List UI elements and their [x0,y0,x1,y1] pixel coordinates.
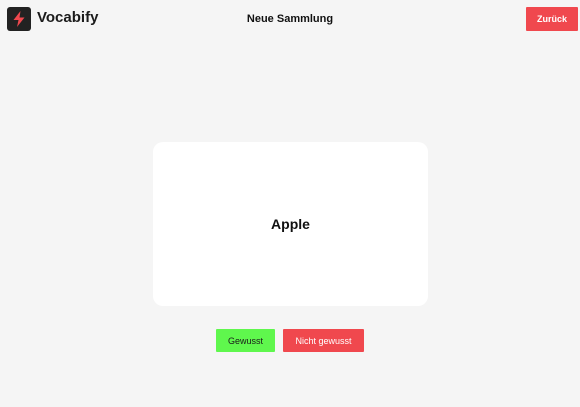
back-button[interactable]: Zurück [526,7,578,31]
known-button[interactable]: Gewusst [216,329,275,352]
not-known-button[interactable]: Nicht gewusst [283,329,364,352]
header: Vocabify Neue Sammlung Zurück [0,0,580,38]
flashcard-word: Apple [271,216,310,232]
page-title: Neue Sammlung [246,13,334,25]
flashcard[interactable]: Apple [153,142,428,306]
